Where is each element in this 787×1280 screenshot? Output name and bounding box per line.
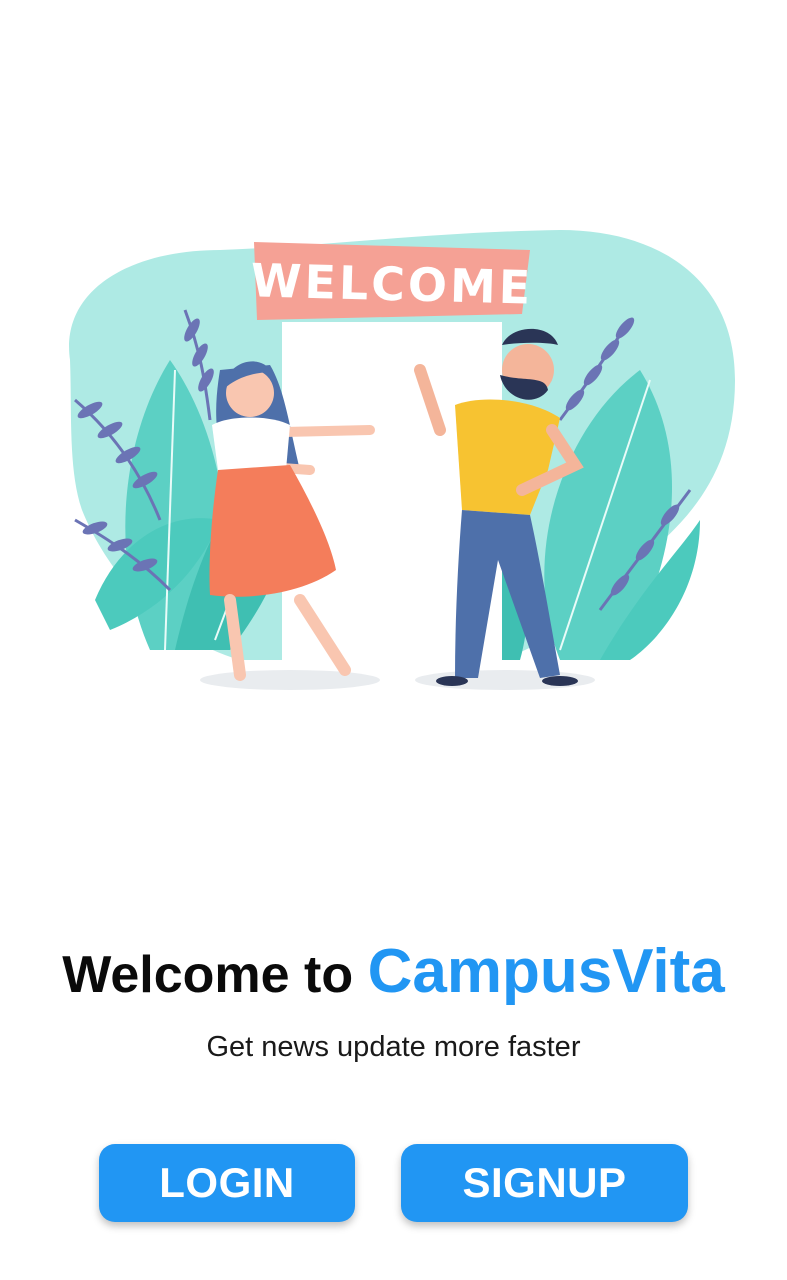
welcome-sign-text: WELCOME	[250, 253, 534, 314]
signup-button[interactable]: SIGNUP	[401, 1144, 688, 1222]
welcome-headline: Welcome to CampusVita	[0, 932, 787, 1028]
headline-lead: Welcome to	[62, 946, 368, 1004]
welcome-sign: WELCOME	[250, 242, 534, 320]
ground-shadow-left	[200, 670, 380, 690]
subtitle: Get news update more faster	[206, 1031, 581, 1063]
welcome-illustration: WELCOME	[69, 230, 736, 690]
login-button[interactable]: LOGIN	[99, 1144, 355, 1222]
brand-name: CampusVita	[367, 937, 725, 1006]
